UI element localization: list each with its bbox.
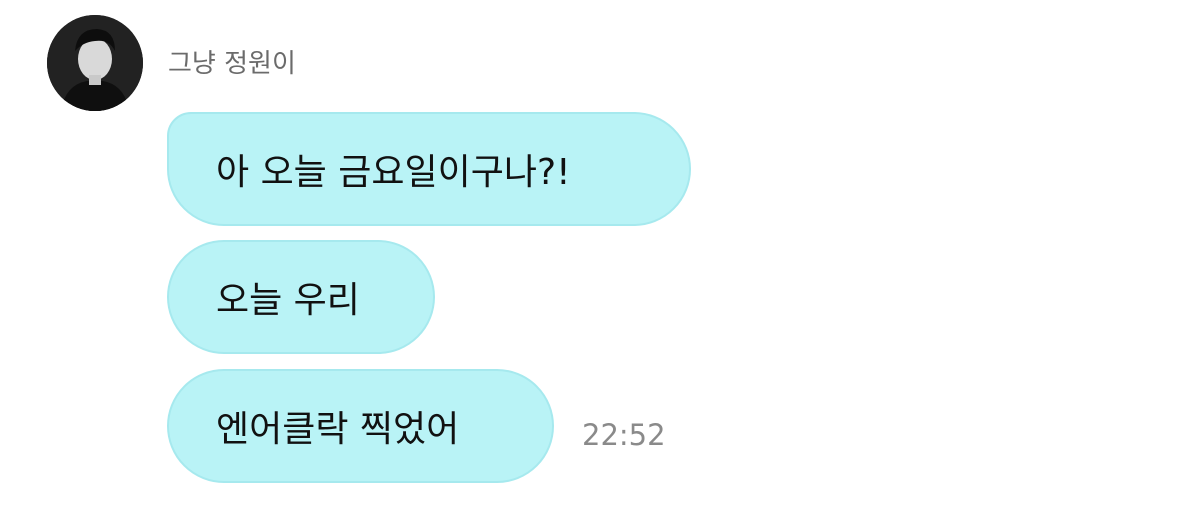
message-timestamp: 22:52 xyxy=(582,418,666,452)
message-text: 오늘 우리 xyxy=(216,280,360,321)
message-bubble[interactable]: 오늘 우리 xyxy=(167,240,435,354)
message-text: 아 오늘 금요일이구나?! xyxy=(216,152,571,193)
message-text: 엔어클락 찍었어 xyxy=(216,409,460,450)
message-bubble[interactable]: 아 오늘 금요일이구나?! xyxy=(167,112,691,226)
profile-photo-icon xyxy=(47,15,143,111)
message-bubble[interactable]: 엔어클락 찍었어 xyxy=(167,369,554,483)
sender-name: 그냥 정원이 xyxy=(168,49,296,79)
avatar[interactable] xyxy=(47,15,143,111)
